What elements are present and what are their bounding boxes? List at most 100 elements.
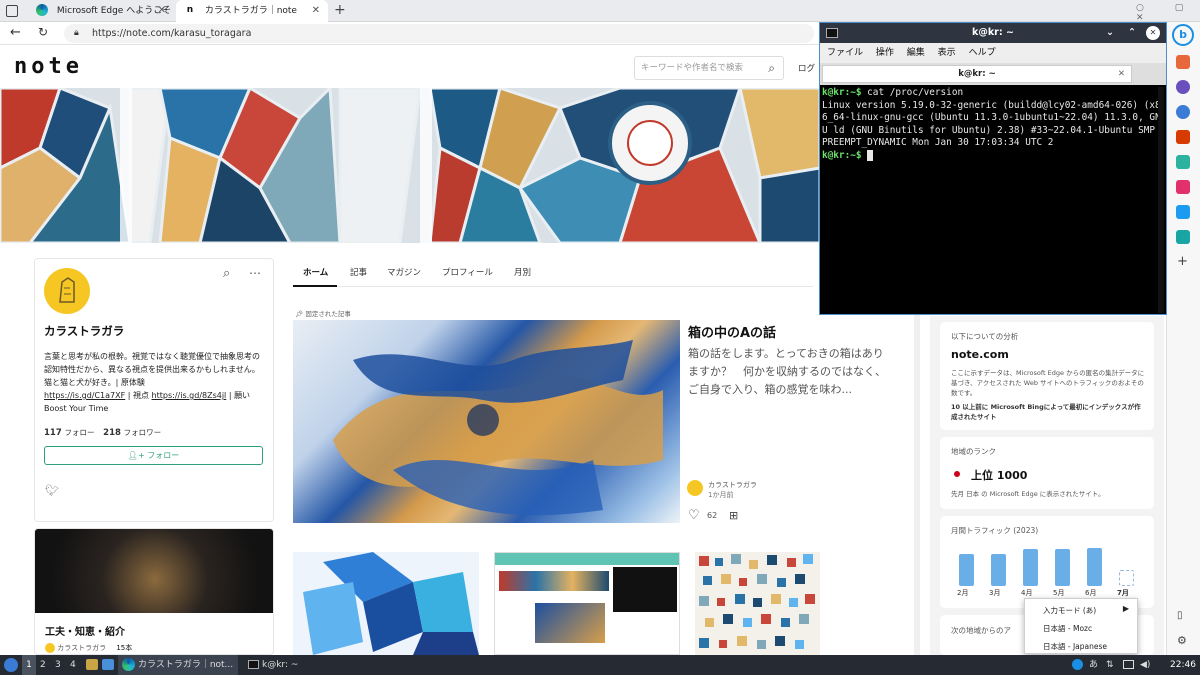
workspace-4[interactable]: 4 <box>70 655 76 675</box>
follow-button[interactable]: 👤︎+ フォロー <box>44 446 263 465</box>
workspace-1[interactable]: 1 <box>22 655 36 675</box>
instagram-icon[interactable] <box>1176 180 1190 194</box>
like-icon[interactable]: ♡ <box>688 508 700 523</box>
terminal-titlebar[interactable]: k@kr: ~ ⌄ ⌃ ✕ <box>820 23 1166 43</box>
menu-edit[interactable]: 編集 <box>907 48 925 58</box>
follow-count[interactable]: 117 <box>44 428 62 438</box>
isometric-cubes-art <box>303 552 479 655</box>
featured-article-title[interactable]: 箱の中のAの話 <box>688 322 776 341</box>
profile-search-icon[interactable]: ⌕ <box>223 266 230 281</box>
profile-name: カラストラガラ <box>44 324 125 338</box>
bio-link-separator: | 視点 <box>125 391 152 400</box>
follower-label[interactable]: フォロワー <box>124 428 162 437</box>
refresh-icon[interactable]: ↻ <box>38 25 48 39</box>
workspace-3[interactable]: 3 <box>55 655 61 675</box>
bio-link-1[interactable]: https://is.gd/C1a7XF <box>44 391 125 400</box>
terminal-menubar: ファイル 操作 編集 表示 ヘルプ <box>820 43 1166 63</box>
tab-edge-welcome[interactable]: Microsoft Edge へようこそ ✕ <box>28 0 174 22</box>
url-field[interactable]: 🔒︎ https://note.com/karasu_toragara <box>64 24 814 43</box>
article-thumbnail[interactable] <box>494 552 680 655</box>
featured-article-image[interactable] <box>293 320 680 523</box>
terminal-scrollbar[interactable] <box>1158 87 1164 313</box>
ime-menu-item-japanese[interactable]: 日本語 - Japanese <box>1043 641 1107 652</box>
bio-link-2[interactable]: https://is.gd/8Zs4jl <box>152 391 227 400</box>
close-tab-icon[interactable]: ✕ <box>158 0 166 22</box>
tab-monthly[interactable]: 月別 <box>514 266 531 278</box>
new-tab-button[interactable]: + <box>334 0 346 20</box>
twitter-icon[interactable]: 🐦︎ <box>45 484 59 497</box>
featured-author[interactable]: カラストラガラ <box>708 480 757 490</box>
maximize-icon[interactable]: ⌃ <box>1128 23 1136 43</box>
bio-boost: Boost Your Time <box>44 404 109 413</box>
tab-magazine[interactable]: マガジン <box>387 266 421 278</box>
tab-label: カラストラガラ｜note <box>204 6 297 16</box>
traffic-bar <box>959 554 974 586</box>
close-tab-icon[interactable]: ✕ <box>312 0 320 22</box>
minimize-icon[interactable]: ⌄ <box>1106 23 1114 43</box>
back-icon[interactable]: ← <box>10 25 21 40</box>
tray-volume-icon[interactable]: ◀︎) <box>1140 655 1150 675</box>
more-options-icon[interactable]: ⋯ <box>249 266 261 280</box>
thumbnail-screenshot-terminal <box>613 567 677 612</box>
tray-network-icon[interactable]: ⇅ <box>1106 655 1114 675</box>
tab-profile[interactable]: プロフィール <box>442 266 493 278</box>
traffic-bar <box>1087 548 1102 586</box>
tab-actions-icon[interactable] <box>6 5 18 17</box>
tab-note[interactable]: n カラストラガラ｜note ✕ <box>176 0 328 22</box>
taskbar: 1 2 3 4 カラストラガラ｜not... k@kr: ~ あ ⇅ ◀︎) 2… <box>0 655 1200 675</box>
menu-help[interactable]: ヘルプ <box>969 48 996 58</box>
clock[interactable]: 22:46 <box>1170 655 1196 675</box>
pin-icon: 📌︎ <box>295 310 304 318</box>
file-manager-icon[interactable] <box>86 659 98 670</box>
site-name: note.com <box>951 348 1009 361</box>
close-terminal-tab-icon[interactable]: ✕ <box>1118 66 1125 82</box>
bio-link-tail: | 願い <box>226 391 251 400</box>
magazine-card[interactable]: 工夫・知恵・紹介 カラストラガラ 15本 <box>34 528 274 655</box>
taskbar-app-terminal[interactable]: k@kr: ~ <box>244 655 314 675</box>
edge-app-icon <box>122 658 135 671</box>
start-menu-icon[interactable] <box>4 658 18 672</box>
login-link[interactable]: ログ <box>798 62 815 74</box>
desktop-icon[interactable] <box>102 659 114 670</box>
tools-icon[interactable] <box>1176 80 1190 94</box>
menu-action[interactable]: 操作 <box>876 48 894 58</box>
analysis-card: 以下についての分析 note.com ここに示すデータは、Microsoft E… <box>940 322 1154 430</box>
bio-text: 言葉と思考が私の根幹。視覚ではなく聴覚優位で抽象思考の認知特性だから、異なる視点… <box>44 352 260 387</box>
ime-menu-item-mozc[interactable]: 日本語 - Mozc <box>1043 623 1092 634</box>
follow-label[interactable]: フォロー <box>64 428 94 437</box>
terminal-tab[interactable]: k@kr: ~ ✕ <box>822 65 1132 83</box>
article-thumbnail[interactable] <box>695 552 820 655</box>
follower-count[interactable]: 218 <box>103 428 121 438</box>
featured-author-avatar[interactable] <box>687 480 703 496</box>
add-sidebar-app-icon[interactable]: + <box>1177 254 1188 269</box>
avatar[interactable] <box>44 268 90 314</box>
outlook-icon[interactable] <box>1176 155 1190 169</box>
featured-article-desc[interactable]: 箱の話をします。とっておきの箱はありますか？ 何かを収納するのではなく、ご自身で… <box>688 345 886 399</box>
terminal-output[interactable]: k@kr:~$ cat /proc/version Linux version … <box>822 87 1164 313</box>
article-thumbnail[interactable] <box>293 552 479 655</box>
settings-icon[interactable]: ⚙ <box>1177 634 1187 647</box>
close-icon[interactable]: ✕ <box>1146 26 1160 40</box>
ime-menu-item-input-mode[interactable]: 入力モード (あ) <box>1043 605 1096 616</box>
drop-icon[interactable] <box>1176 230 1190 244</box>
tray-edge-icon[interactable] <box>1072 659 1083 670</box>
bing-copilot-icon[interactable]: b <box>1172 24 1194 46</box>
add-to-magazine-icon[interactable]: ⊞ <box>729 509 738 522</box>
office-icon[interactable] <box>1176 130 1190 144</box>
shopping-icon[interactable] <box>1176 55 1190 69</box>
workspace-2[interactable]: 2 <box>40 655 46 675</box>
tab-articles[interactable]: 記事 <box>350 266 367 278</box>
note-logo[interactable]: note <box>14 54 83 79</box>
tray-ime-icon[interactable]: あ <box>1089 655 1098 675</box>
url-text: https://note.com/karasu_toragara <box>92 28 252 39</box>
tray-display-icon[interactable] <box>1123 660 1134 669</box>
tab-home[interactable]: ホーム <box>303 266 328 278</box>
games-icon[interactable] <box>1176 105 1190 119</box>
sidebar-layout-icon[interactable]: ▯ <box>1177 610 1183 621</box>
twitter-icon[interactable] <box>1176 205 1190 219</box>
taskbar-app-browser[interactable]: カラストラガラ｜not... <box>118 655 238 675</box>
search-icon[interactable]: ⌕ <box>768 57 775 79</box>
menu-file[interactable]: ファイル <box>827 48 863 58</box>
search-input[interactable]: キーワードや作者名で検索 ⌕ <box>634 56 784 80</box>
menu-view[interactable]: 表示 <box>938 48 956 58</box>
